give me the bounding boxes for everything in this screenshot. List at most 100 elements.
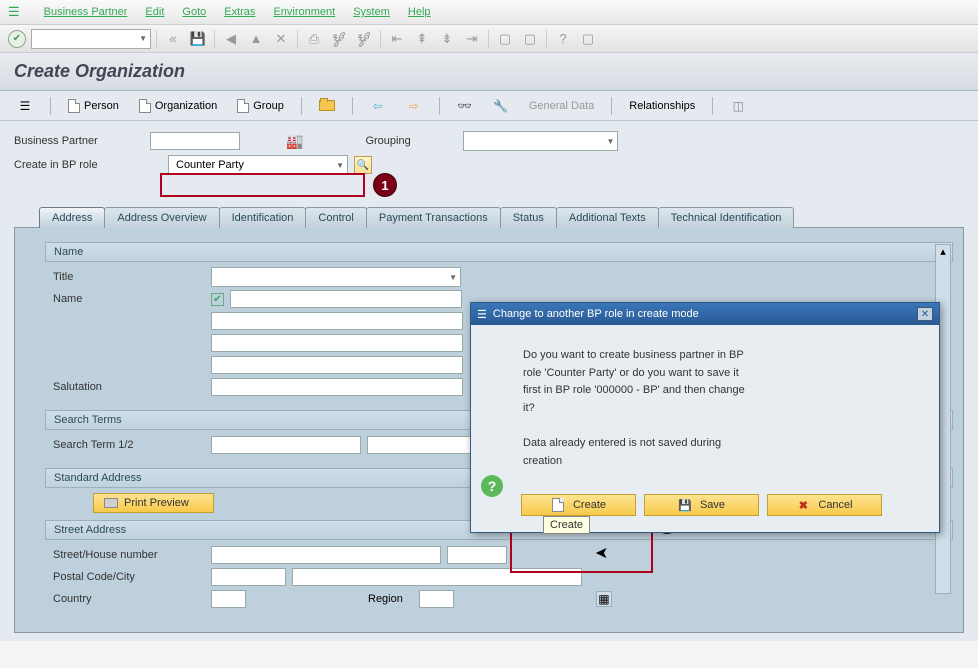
folder-icon (319, 100, 335, 111)
factory-icon[interactable]: 🏭 (286, 133, 303, 150)
wrench-icon: 🔧 (493, 98, 509, 114)
more-fields-icon[interactable]: ▦ (596, 591, 612, 607)
menu-edit[interactable]: Edit (145, 6, 164, 18)
house-input[interactable] (447, 546, 507, 564)
find-icon[interactable]: 🝳 (328, 29, 350, 49)
enter-button[interactable]: ✔ (8, 30, 26, 48)
menu-system[interactable]: System (353, 6, 390, 18)
country-input[interactable] (211, 590, 246, 608)
question-icon: ? (481, 475, 503, 497)
settings-button[interactable]: 🔧 (486, 96, 516, 116)
dialog-close-button[interactable]: ✕ (917, 307, 933, 321)
menu-business-partner[interactable]: Business Partner (44, 6, 128, 18)
menu-icon[interactable]: ☰ (8, 4, 20, 20)
menu-help[interactable]: Help (408, 6, 431, 18)
locator-button[interactable]: ☰ (10, 96, 40, 116)
print-icon[interactable]: ⎙ (303, 29, 325, 49)
role-search-button[interactable]: 🔍 (354, 156, 372, 174)
doc-icon (139, 99, 151, 113)
menubar: ☰ Business Partner Edit Goto Extras Envi… (0, 0, 978, 25)
standard-toolbar: ✔ ▼ « 💾 ◀ ▲ ✕ ⎙ 🝳 🝳 ⇤ ⇞ ⇟ ⇥ ▢ ▢ ? ▢ (0, 25, 978, 53)
name-label: Name (53, 293, 205, 305)
next-page-icon[interactable]: ⇟ (436, 29, 458, 49)
group-button[interactable]: Group (230, 96, 291, 116)
dialog-text-6: creation (523, 453, 919, 471)
doc-icon (68, 99, 80, 113)
tab-technical-identification[interactable]: Technical Identification (658, 207, 795, 228)
create-tooltip: Create (543, 516, 590, 534)
name-input-1[interactable] (230, 290, 462, 308)
dialog-create-button[interactable]: Create (521, 494, 636, 516)
name-input-4[interactable] (211, 356, 463, 374)
tab-status[interactable]: Status (500, 207, 557, 228)
relationships-button[interactable]: Relationships (622, 96, 702, 116)
first-page-icon[interactable]: ⇤ (386, 29, 408, 49)
check-button[interactable]: 👓 (450, 96, 480, 116)
shortcut-icon[interactable]: ▢ (519, 29, 541, 49)
arrow-right-icon: ⇨ (406, 98, 422, 114)
salutation-input[interactable] (211, 378, 463, 396)
street-input[interactable] (211, 546, 441, 564)
tab-additional-texts[interactable]: Additional Texts (556, 207, 659, 228)
search-term-1-input[interactable] (211, 436, 361, 454)
layout-icon[interactable]: ▢ (577, 29, 599, 49)
save-icon[interactable]: 💾 (187, 29, 209, 49)
extra-button[interactable]: ◫ (723, 96, 753, 116)
name-checkbox[interactable]: ✔ (211, 293, 224, 306)
nav-exit-icon[interactable]: ▲ (245, 29, 267, 49)
tab-address-overview[interactable]: Address Overview (104, 207, 219, 228)
title-select[interactable]: ▼ (211, 267, 461, 287)
nav-cancel-icon[interactable]: ✕ (270, 29, 292, 49)
bp-label: Business Partner (14, 135, 144, 147)
bp-input[interactable] (150, 132, 240, 150)
dialog-text-1: Do you want to create business partner i… (523, 347, 919, 365)
city-input[interactable] (292, 568, 582, 586)
organization-button[interactable]: Organization (132, 96, 224, 116)
new-session-icon[interactable]: ▢ (494, 29, 516, 49)
application-toolbar: ☰ Person Organization Group ⇦ ⇨ 👓 🔧 Gene… (0, 91, 978, 121)
tab-control[interactable]: Control (305, 207, 366, 228)
command-field[interactable]: ▼ (31, 29, 151, 49)
name-input-3[interactable] (211, 334, 463, 352)
last-page-icon[interactable]: ⇥ (461, 29, 483, 49)
arrow-left-icon: ⇦ (370, 98, 386, 114)
dialog-cancel-button[interactable]: ✖ Cancel (767, 494, 882, 516)
doc-icon (552, 498, 564, 512)
dialog-text-2: role 'Counter Party' or do you want to s… (523, 365, 919, 383)
locator-icon: ☰ (17, 98, 33, 114)
tab-payment-transactions[interactable]: Payment Transactions (366, 207, 501, 228)
region-label: Region (368, 593, 403, 605)
name-input-2[interactable] (211, 312, 463, 330)
menu-goto[interactable]: Goto (182, 6, 206, 18)
dialog-title-icon: ☰ (477, 308, 487, 321)
tab-address[interactable]: Address (39, 207, 105, 228)
dialog-text-5: Data already entered is not saved during (523, 435, 919, 453)
tab-identification[interactable]: Identification (219, 207, 307, 228)
search-term-label: Search Term 1/2 (53, 439, 205, 451)
dialog-save-button[interactable]: 💾 Save (644, 494, 759, 516)
dialog-titlebar: ☰ Change to another BP role in create mo… (471, 303, 939, 325)
postal-input[interactable] (211, 568, 286, 586)
grouping-select[interactable]: ▼ (463, 131, 618, 151)
role-select[interactable]: Counter Party▼ (168, 155, 348, 175)
extra-icon: ◫ (730, 98, 746, 114)
arrow-right-button[interactable]: ⇨ (399, 96, 429, 116)
arrow-left-button[interactable]: ⇦ (363, 96, 393, 116)
back-icon[interactable]: « (162, 29, 184, 49)
glasses-icon: 👓 (457, 98, 473, 114)
dialog-text-3: first in BP role '000000 - BP' and then … (523, 382, 919, 400)
printer-icon (104, 498, 118, 508)
nav-back-icon[interactable]: ◀ (220, 29, 242, 49)
open-button[interactable] (312, 96, 342, 116)
menu-extras[interactable]: Extras (224, 6, 255, 18)
role-label: Create in BP role (14, 159, 144, 171)
prev-page-icon[interactable]: ⇞ (411, 29, 433, 49)
find-next-icon[interactable]: 🝳 (353, 29, 375, 49)
print-preview-button[interactable]: Print Preview (93, 493, 214, 513)
person-button[interactable]: Person (61, 96, 126, 116)
page-title: Create Organization (14, 61, 185, 81)
menu-environment[interactable]: Environment (273, 6, 335, 18)
title-bar: Create Organization (0, 53, 978, 91)
help-icon[interactable]: ? (552, 29, 574, 49)
region-input[interactable] (419, 590, 454, 608)
